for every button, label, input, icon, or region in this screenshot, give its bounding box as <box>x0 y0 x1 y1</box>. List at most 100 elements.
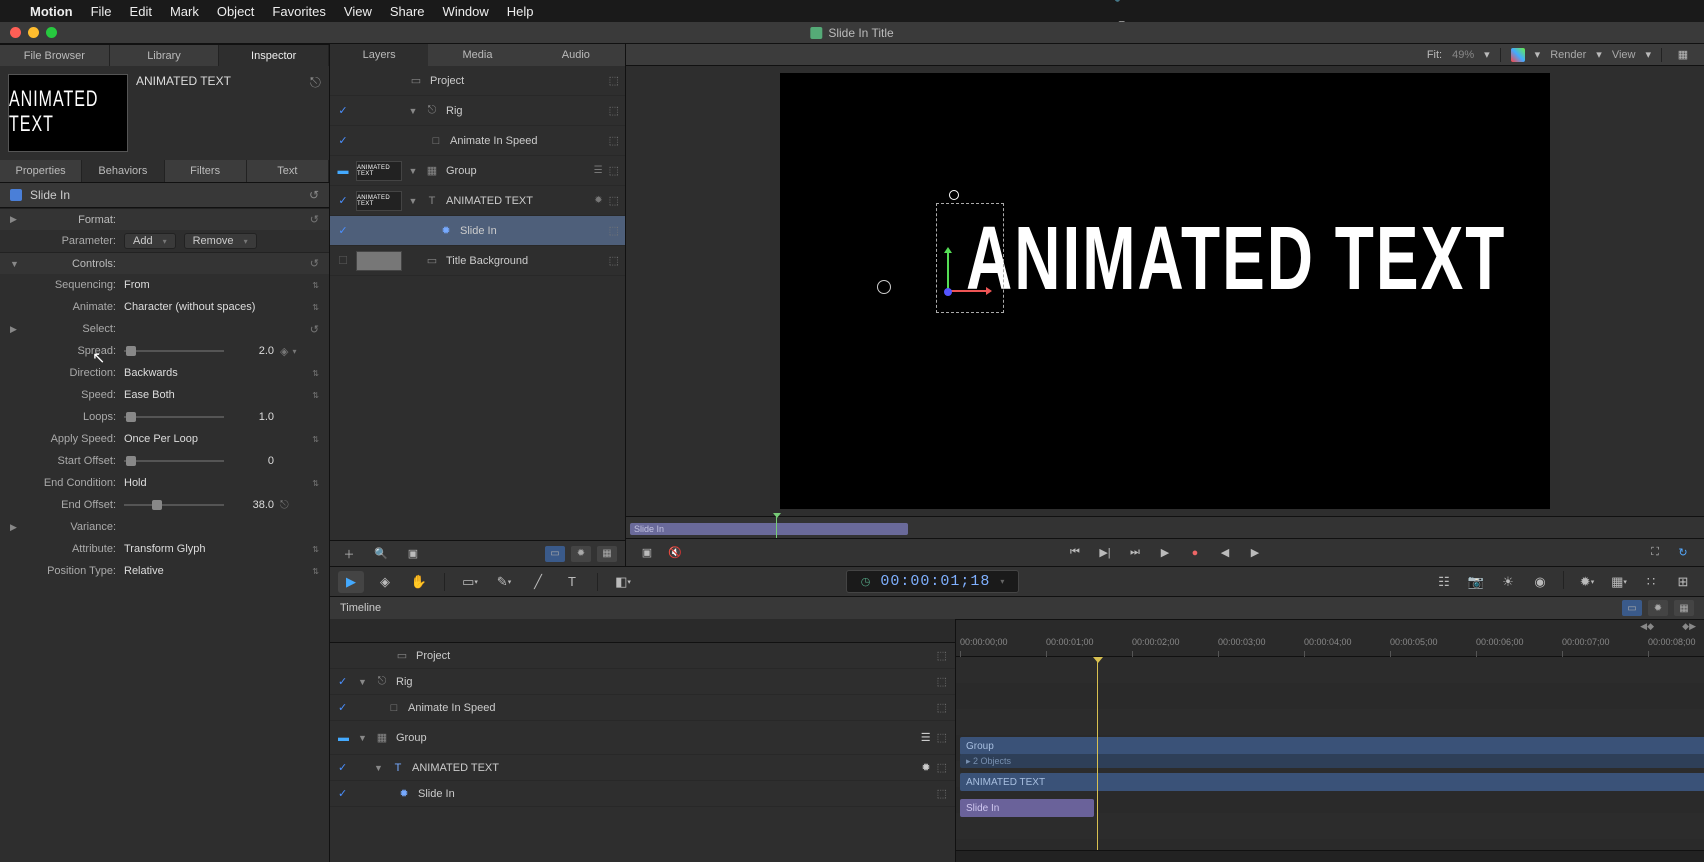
frame-button[interactable]: ▣ <box>402 545 424 563</box>
timeline-view-1[interactable]: ▭ <box>1622 600 1642 616</box>
tab-audio[interactable]: Audio <box>527 44 625 66</box>
lock-icon[interactable]: ⬚ <box>937 787 947 800</box>
tl-row-rig[interactable]: ✓▼⎋Rig⬚ <box>330 669 955 695</box>
step-back-button[interactable]: ⏭ <box>1124 544 1146 562</box>
end-condition-row[interactable]: End Condition:Hold⇅ <box>0 472 329 494</box>
menu-view[interactable]: View <box>344 4 372 19</box>
display-mode-3[interactable]: ▦ <box>597 546 617 562</box>
select-row[interactable]: ▶Select:↺ <box>0 318 329 340</box>
tl-row-project[interactable]: ▭Project⬚ <box>330 643 955 669</box>
layer-row-rig[interactable]: ✓▼⎋Rig⬚ <box>330 96 625 126</box>
camera-button[interactable]: 📷 <box>1463 571 1489 593</box>
tab-layers[interactable]: Layers <box>330 44 428 66</box>
play-button[interactable]: ▶ <box>1154 544 1176 562</box>
window-zoom-button[interactable] <box>46 27 57 38</box>
menu-window[interactable]: Window <box>443 4 489 19</box>
zoom-level[interactable]: 49% <box>1452 49 1474 61</box>
volume-icon[interactable]: 🔊 <box>1114 0 1130 3</box>
variance-row[interactable]: ▶Variance: <box>0 516 329 538</box>
layer-row-group[interactable]: ▬ANIMATED TEXT▼▦Group☰⬚ <box>330 156 625 186</box>
parameter-remove-button[interactable]: Remove▾ <box>184 233 257 249</box>
gear-icon[interactable]: ✹ <box>921 761 930 774</box>
light-button[interactable]: ☀ <box>1495 571 1521 593</box>
timeline-view-3[interactable]: ▦ <box>1674 600 1694 616</box>
menu-share[interactable]: Share <box>390 4 425 19</box>
tab-file-browser[interactable]: File Browser <box>0 45 110 66</box>
lock-icon[interactable]: ⬚ <box>937 675 947 688</box>
apply-speed-row[interactable]: Apply Speed:Once Per Loop⇅ <box>0 428 329 450</box>
tab-text[interactable]: Text <box>247 160 329 182</box>
window-minimize-button[interactable] <box>28 27 39 38</box>
layer-row-slide-in[interactable]: ✓✹Slide In⬚ <box>330 216 625 246</box>
position-type-row[interactable]: Position Type:Relative⇅ <box>0 560 329 582</box>
end-offset-row[interactable]: End Offset:38.0⎋ <box>0 494 329 516</box>
filters-button[interactable]: ▦▾ <box>1606 571 1632 593</box>
timeline-tracks[interactable]: ◀◆◆▶ 00:00:00;00 00:00:01;00 00:00:02;00… <box>956 619 1704 862</box>
lock-icon[interactable]: ⬚ <box>937 649 947 662</box>
format-row[interactable]: ▶Format: ↺ <box>0 208 329 230</box>
app-menu[interactable]: Motion <box>30 4 73 19</box>
layer-row-title-bg[interactable]: ☐▭Title Background⬚ <box>330 246 625 276</box>
lock-icon[interactable]: ⬚ <box>609 74 619 87</box>
tab-inspector[interactable]: Inspector <box>219 45 329 66</box>
behavior-header[interactable]: Slide In ↺ <box>0 182 329 208</box>
prev-frame-button[interactable]: ◀ <box>1214 544 1236 562</box>
tab-media[interactable]: Media <box>428 44 526 66</box>
canvas-viewport[interactable]: ANIMATED TEXT <box>780 73 1550 509</box>
text-tool[interactable]: T <box>559 571 585 593</box>
selection-box[interactable] <box>936 203 1004 313</box>
next-keyframe-icon[interactable]: ◆▶ <box>1682 621 1696 632</box>
layer-row-widget[interactable]: ✓□Animate In Speed⬚ <box>330 126 625 156</box>
replicate-button[interactable]: ⊞ <box>1670 571 1696 593</box>
prev-keyframe-icon[interactable]: ◀◆ <box>1640 621 1654 632</box>
display-mode-1[interactable]: ▭ <box>545 546 565 562</box>
animate-row[interactable]: Animate:Character (without spaces)⇅ <box>0 296 329 318</box>
lock-icon[interactable]: ⬚ <box>609 254 619 267</box>
layer-row-project[interactable]: ▭Project⬚ <box>330 66 625 96</box>
play-from-start-button[interactable]: ▶| <box>1094 544 1116 562</box>
rectangle-tool[interactable]: ▭▾ <box>457 571 483 593</box>
mini-timeline-clip[interactable]: Slide In <box>630 523 908 535</box>
color-channels-button[interactable] <box>1511 48 1525 62</box>
menu-favorites[interactable]: Favorites <box>272 4 325 19</box>
spread-row[interactable]: Spread:2.0◈▾ <box>0 340 329 362</box>
rig-icon[interactable]: ⎋ <box>310 74 321 91</box>
search-button[interactable]: 🔍 <box>370 545 392 563</box>
lock-icon[interactable]: ⬚ <box>609 194 619 207</box>
behaviors-button[interactable]: ✹▾ <box>1574 571 1600 593</box>
lock-icon[interactable]: ⬚ <box>937 701 947 714</box>
layer-row-text[interactable]: ✓ANIMATED TEXT▼TANIMATED TEXT✹⬚ <box>330 186 625 216</box>
display-mode-2[interactable]: ✹ <box>571 546 591 562</box>
tl-row-text[interactable]: ✓▼TANIMATED TEXT✹⬚ <box>330 755 955 781</box>
mini-timeline[interactable]: Slide In <box>626 516 1704 538</box>
next-frame-button[interactable]: ▶ <box>1244 544 1266 562</box>
origin-handle[interactable] <box>944 288 952 296</box>
player-view-button[interactable]: ▣ <box>636 544 658 562</box>
y-axis-handle[interactable] <box>947 252 949 292</box>
tl-row-widget[interactable]: ✓□Animate In Speed⬚ <box>330 695 955 721</box>
gear-icon[interactable]: ✹ <box>594 195 602 206</box>
hud-button[interactable]: ☷ <box>1431 571 1457 593</box>
tab-library[interactable]: Library <box>110 45 220 66</box>
keyframe-icon[interactable]: ◈ <box>280 345 288 358</box>
render-menu[interactable]: Render <box>1550 49 1586 61</box>
pan-tool[interactable]: ✋ <box>406 571 432 593</box>
timeline-scrollbar[interactable] <box>956 850 1704 862</box>
go-to-start-button[interactable]: ⏮ <box>1064 544 1086 562</box>
loops-row[interactable]: Loops:1.0 <box>0 406 329 428</box>
tab-behaviors[interactable]: Behaviors <box>82 160 164 182</box>
reset-icon[interactable]: ↺ <box>309 188 319 202</box>
tab-properties[interactable]: Properties <box>0 160 82 182</box>
record-button[interactable]: ● <box>1184 544 1206 562</box>
reset-icon[interactable]: ↺ <box>310 257 319 270</box>
clip-slide-in[interactable]: Slide In <box>960 799 1094 817</box>
loop-button[interactable]: ↻ <box>1672 544 1694 562</box>
generator-button[interactable]: ◉ <box>1527 571 1553 593</box>
canvas-text-object[interactable]: ANIMATED TEXT <box>966 206 1506 310</box>
add-layer-button[interactable]: ＋ <box>338 545 360 563</box>
x-axis-handle[interactable] <box>947 290 987 292</box>
line-tool[interactable]: ╱ <box>525 571 551 593</box>
reset-icon[interactable]: ↺ <box>310 213 319 226</box>
direction-row[interactable]: Direction:Backwards⇅ <box>0 362 329 384</box>
timecode-display[interactable]: ◷ 00:00:01;18 ▾ <box>846 570 1020 593</box>
